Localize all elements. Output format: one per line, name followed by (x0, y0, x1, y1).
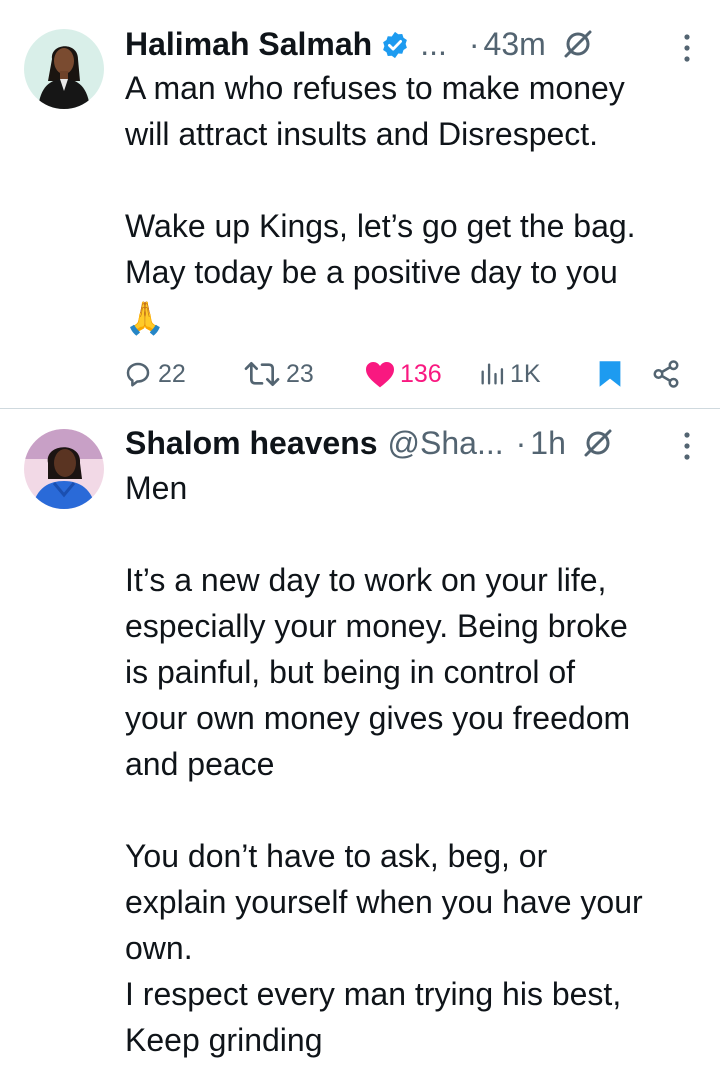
grok-icon[interactable] (582, 427, 614, 459)
views-icon (481, 363, 504, 385)
verified-badge-icon (380, 29, 410, 59)
action-bar: 22 23 136 1K (120, 352, 700, 396)
author-name[interactable]: Shalom heavens (125, 423, 378, 463)
author-handle[interactable]: ... (420, 24, 447, 64)
retweet-button[interactable]: 23 (242, 352, 314, 396)
view-count: 1K (510, 359, 541, 388)
reply-count: 22 (158, 359, 186, 388)
reply-button[interactable]: 22 (122, 352, 186, 396)
more-icon[interactable] (684, 33, 690, 63)
tweet[interactable]: Shalom heavens @Sha... · 1h Men It’s a n… (0, 409, 720, 1077)
avatar[interactable] (24, 429, 104, 509)
tweet-text: Men It’s a new day to work on your life,… (125, 470, 643, 1058)
bookmark-button[interactable] (596, 352, 624, 396)
share-icon (653, 360, 679, 388)
like-count: 136 (400, 359, 442, 388)
share-button[interactable] (650, 352, 682, 396)
separator-dot: · (468, 26, 480, 62)
more-icon[interactable] (684, 431, 690, 461)
tweet-text: A man who refuses to make money will att… (125, 70, 636, 336)
timestamp[interactable]: 1h (530, 423, 566, 463)
tweet[interactable]: Halimah Salmah ... · 43m A man who refus… (0, 0, 720, 408)
author-handle[interactable]: @Sha... (388, 423, 504, 463)
tweet-header: Shalom heavens @Sha... · 1h (125, 423, 696, 463)
like-button[interactable]: 136 (364, 352, 442, 396)
avatar[interactable] (24, 29, 104, 109)
tweet-header: Halimah Salmah ... · 43m (125, 24, 696, 64)
bookmark-icon (599, 361, 621, 387)
reply-icon (126, 362, 150, 387)
heart-icon (366, 362, 394, 388)
timestamp[interactable]: 43m (484, 24, 546, 64)
grok-icon[interactable] (562, 28, 594, 60)
retweet-icon (244, 362, 280, 386)
separator-dot: · (515, 425, 527, 461)
author-name[interactable]: Halimah Salmah (125, 24, 372, 64)
views-button[interactable]: 1K (478, 352, 541, 396)
retweet-count: 23 (286, 359, 314, 388)
